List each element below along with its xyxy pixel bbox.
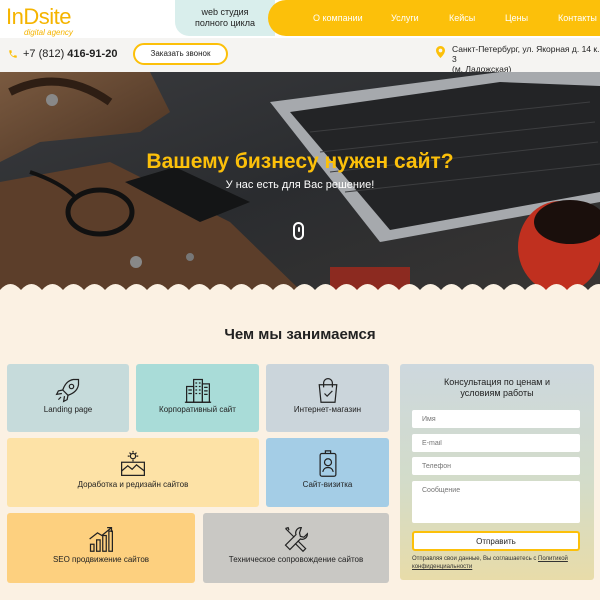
- hero-subtitle: У нас есть для Вас решение!: [225, 179, 375, 191]
- nav-item-cases[interactable]: Кейсы: [449, 13, 475, 23]
- hero-banner: Вашему бизнесу нужен сайт? У нас есть дл…: [0, 72, 600, 290]
- service-label: Доработка и редизайн сайтов: [77, 480, 189, 489]
- service-card-corporate[interactable]: Корпоративный сайт: [136, 364, 259, 432]
- service-label: Интернет-магазин: [293, 405, 362, 414]
- id-badge-icon: [319, 450, 336, 477]
- service-card-redesign[interactable]: Доработка и редизайн сайтов: [7, 438, 259, 507]
- top-header: InDsite digital agency web студия полног…: [0, 0, 600, 38]
- hero-title: Вашему бизнесу нужен сайт?: [146, 150, 454, 173]
- nav-item-contacts[interactable]: Контакты: [558, 13, 597, 23]
- consultation-form: Консультация по ценам и условиям работы …: [400, 364, 594, 580]
- phone-prefix: +7 (812): [23, 48, 65, 60]
- tools-icon: [284, 526, 308, 553]
- name-input[interactable]: [412, 410, 580, 428]
- service-card-support[interactable]: Техническое сопровождение сайтов: [203, 513, 389, 583]
- message-input[interactable]: [412, 481, 580, 523]
- shopping-bag-icon: [318, 378, 337, 403]
- consent-prefix: Отправляя свои данные, Вы соглашаетесь с: [412, 556, 539, 562]
- tagline-line-2: полного цикла: [195, 18, 255, 28]
- form-title-line-1: Консультация по ценам и: [444, 377, 550, 387]
- nav-item-prices[interactable]: Цены: [505, 13, 528, 23]
- callback-button[interactable]: Заказать звонок: [133, 43, 228, 65]
- phone-icon: [9, 50, 17, 58]
- rocket-icon: [55, 378, 80, 403]
- nav-item-about[interactable]: О компании: [313, 13, 363, 23]
- logo[interactable]: InDsite digital agency: [6, 4, 73, 38]
- tagline: web студия полного цикла: [175, 0, 275, 36]
- service-label: Корпоративный сайт: [159, 405, 236, 414]
- logo-text: InDsite: [6, 4, 71, 29]
- address-block: Санкт-Петербург, ул. Якорная д. 14 к. 3 …: [436, 44, 600, 74]
- services-title: Чем мы занимаемся: [224, 326, 376, 343]
- service-card-shop[interactable]: Интернет-магазин: [266, 364, 389, 432]
- phone-input[interactable]: [412, 457, 580, 475]
- submit-button[interactable]: Отправить: [412, 531, 580, 551]
- service-label: Сайт-визитка: [302, 480, 353, 489]
- service-card-landing[interactable]: Landing page: [7, 364, 129, 432]
- wave-divider: [0, 284, 600, 300]
- service-label: Техническое сопровождение сайтов: [228, 555, 364, 564]
- location-pin-icon: [436, 46, 445, 58]
- redesign-icon: [121, 450, 145, 476]
- growth-chart-icon: [89, 527, 113, 552]
- form-title: Консультация по ценам и условиям работы: [400, 377, 594, 399]
- service-card-business-card[interactable]: Сайт-визитка: [266, 438, 389, 507]
- service-card-seo[interactable]: SEO продвижение сайтов: [7, 513, 195, 583]
- main-nav: О компании Услуги Кейсы Цены Контакты: [268, 0, 600, 36]
- consent-text: Отправляя свои данные, Вы соглашаетесь с…: [412, 555, 587, 571]
- email-input[interactable]: [412, 434, 580, 452]
- tagline-line-1: web студия: [201, 7, 249, 17]
- address-line-1: Санкт-Петербург, ул. Якорная д. 14 к. 3: [452, 44, 600, 64]
- logo-subtitle: digital agency: [24, 28, 73, 37]
- form-title-line-2: условиям работы: [460, 388, 534, 398]
- contact-bar: +7 (812) 416-91-20 Заказать звонок Санкт…: [0, 38, 600, 74]
- phone-block[interactable]: +7 (812) 416-91-20: [8, 48, 117, 60]
- buildings-icon: [184, 378, 211, 403]
- service-label: SEO продвижение сайтов: [52, 555, 150, 564]
- nav-item-services[interactable]: Услуги: [391, 13, 419, 23]
- phone-number: 416-91-20: [67, 48, 118, 60]
- scroll-down-icon[interactable]: [293, 222, 304, 240]
- service-label: Landing page: [43, 405, 93, 414]
